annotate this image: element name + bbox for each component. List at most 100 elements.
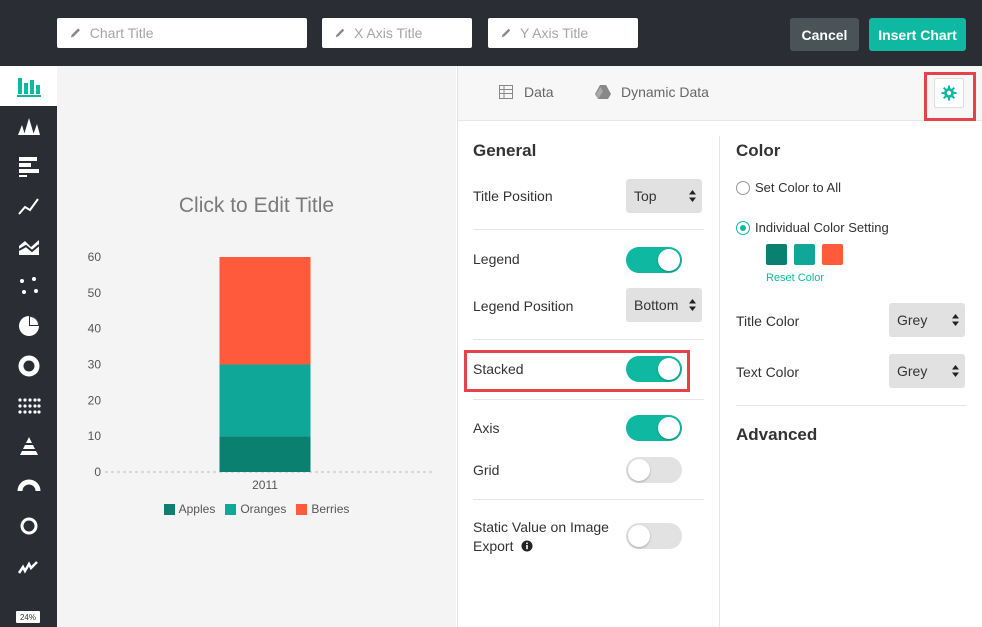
reset-color-link[interactable]: Reset Color	[766, 272, 824, 284]
divider	[473, 229, 704, 230]
tab-dynamic-data-label: Dynamic Data	[621, 84, 709, 100]
tab-data[interactable]: Data	[498, 84, 554, 100]
individual-color-radio[interactable]	[736, 221, 750, 235]
color-swatch-oranges[interactable]	[794, 244, 815, 265]
scatter-chart-type[interactable]	[0, 266, 57, 306]
stacked-bar-chart-type[interactable]	[0, 66, 57, 106]
legend-label: Berries	[311, 502, 350, 516]
bar-berries[interactable]	[219, 257, 311, 365]
toggle-knob	[628, 525, 650, 547]
chart-preview: Click to Edit Title 0 10 20 30 40 50 60 2011 Ap…	[57, 66, 456, 627]
pie-chart-type[interactable]	[0, 306, 57, 346]
gauge-icon	[17, 479, 40, 492]
pencil-icon	[70, 28, 80, 38]
toggle-knob	[658, 249, 680, 271]
line-chart-type[interactable]	[0, 186, 57, 226]
static-value-label-line2: Export	[473, 538, 514, 554]
histogram-icon	[17, 118, 40, 135]
pyramid-chart-type[interactable]	[0, 426, 57, 466]
pyramid-icon	[19, 437, 38, 455]
gauge-chart-type[interactable]	[0, 466, 57, 506]
divider	[473, 399, 704, 400]
title-color-select[interactable]: Grey	[889, 303, 965, 337]
legend-item-berries[interactable]: Berries	[296, 502, 349, 516]
panel-tabs: Data Dynamic Data	[458, 66, 982, 121]
color-swatch-berries[interactable]	[822, 244, 843, 265]
bar-oranges[interactable]	[219, 364, 311, 437]
grid-toggle[interactable]	[626, 457, 682, 483]
cancel-button[interactable]: Cancel	[790, 18, 859, 51]
pie-chart-icon	[18, 316, 39, 336]
legend-position-select[interactable]: Bottom	[626, 288, 702, 322]
legend-swatch	[225, 503, 237, 515]
zoom-badge: 24%	[16, 611, 40, 623]
ring-chart-type[interactable]	[0, 506, 57, 546]
column-divider	[719, 136, 720, 627]
select-arrows-icon	[689, 299, 696, 311]
area-chart-type[interactable]	[0, 226, 57, 266]
legend-label: Oranges	[240, 502, 287, 516]
info-icon[interactable]	[521, 540, 533, 552]
individual-color-label[interactable]: Individual Color Setting	[755, 220, 889, 235]
set-color-all-label[interactable]: Set Color to All	[755, 180, 841, 195]
set-color-all-radio[interactable]	[736, 181, 750, 195]
histogram-chart-type[interactable]	[0, 106, 57, 146]
area-chart-icon	[18, 240, 40, 255]
legend-position-label: Legend Position	[473, 298, 574, 314]
x-axis-title-input-wrap[interactable]	[322, 18, 472, 48]
y-tick-label: 30	[88, 358, 102, 372]
general-section-title: General	[473, 141, 537, 160]
chart-legend: Apples Oranges Berries	[57, 502, 456, 516]
grid-label: Grid	[473, 462, 500, 478]
text-color-select[interactable]: Grey	[889, 354, 965, 388]
sparkline-icon	[17, 561, 38, 574]
title-position-select[interactable]: Top	[626, 179, 702, 213]
legend-position-value: Bottom	[634, 297, 679, 313]
dot-matrix-chart-type[interactable]	[0, 386, 57, 426]
divider	[473, 339, 704, 340]
title-position-label: Title Position	[473, 188, 553, 204]
sparkline-chart-type[interactable]	[0, 546, 57, 586]
x-axis-title-input[interactable]	[353, 25, 472, 41]
color-section-title: Color	[736, 141, 781, 160]
stacked-bar-chart-icon	[16, 78, 41, 97]
axis-label: Axis	[473, 420, 500, 436]
legend-swatch	[296, 503, 308, 515]
y-tick-label: 0	[94, 465, 101, 479]
static-value-toggle[interactable]	[626, 523, 682, 549]
insert-chart-button[interactable]: Insert Chart	[869, 18, 966, 51]
bar-apples[interactable]	[219, 436, 311, 472]
chart-title-input-wrap[interactable]	[57, 18, 307, 48]
legend-item-oranges[interactable]: Oranges	[225, 502, 286, 516]
axis-toggle[interactable]	[626, 415, 682, 441]
static-value-label-line1: Static Value on Image	[473, 519, 609, 535]
line-chart-icon	[17, 198, 39, 215]
legend-toggle[interactable]	[626, 247, 682, 273]
tab-dynamic-data[interactable]: Dynamic Data	[595, 84, 709, 100]
title-position-value: Top	[634, 188, 657, 204]
y-tick-label: 10	[88, 429, 102, 443]
horizontal-bar-chart-type[interactable]	[0, 146, 57, 186]
dot-matrix-icon	[17, 398, 41, 414]
text-color-label: Text Color	[736, 364, 800, 380]
x-tick-label: 2011	[252, 478, 278, 492]
select-arrows-icon	[952, 365, 959, 377]
select-arrows-icon	[952, 314, 959, 326]
title-color-label: Title Color	[736, 313, 800, 329]
top-toolbar: Cancel Insert Chart	[0, 0, 982, 66]
color-swatch-apples[interactable]	[766, 244, 787, 265]
y-tick-label: 60	[88, 250, 102, 264]
legend-label: Apples	[178, 502, 216, 516]
stacked-bar-chart: 0 10 20 30 40 50 60 2011	[88, 250, 433, 492]
legend-swatch	[163, 503, 175, 515]
scatter-icon	[19, 277, 38, 294]
advanced-section-title[interactable]: Advanced	[736, 425, 817, 445]
y-axis-title-input-wrap[interactable]	[488, 18, 638, 48]
chart-title-input[interactable]	[89, 25, 307, 41]
y-axis-title-input[interactable]	[519, 25, 638, 41]
divider	[736, 405, 967, 406]
donut-chart-type[interactable]	[0, 346, 57, 386]
y-tick-label: 40	[88, 322, 102, 336]
text-color-value: Grey	[897, 363, 928, 379]
legend-item-apples[interactable]: Apples	[163, 502, 216, 516]
